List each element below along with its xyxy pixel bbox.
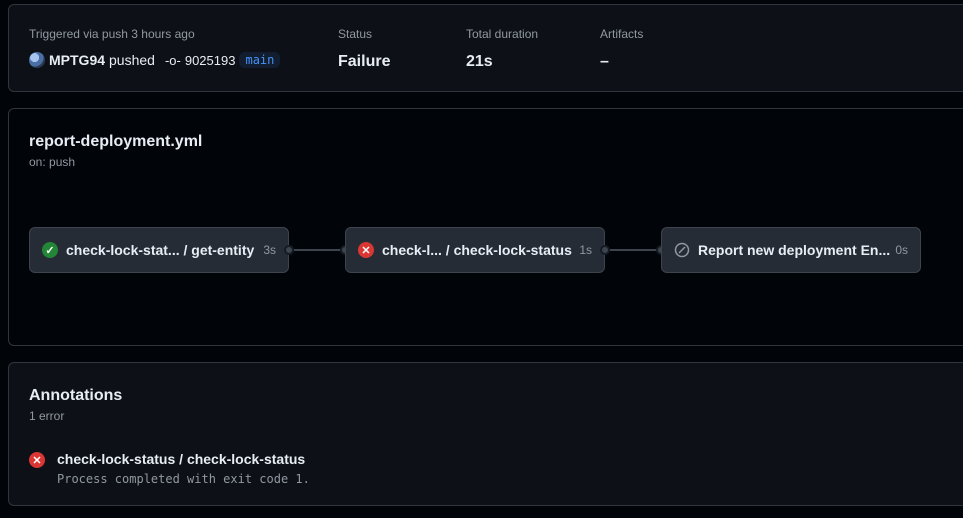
annotations-panel: Annotations 1 error ✕ check-lock-status … (8, 362, 963, 506)
job-name: Report new deployment En... (698, 242, 891, 258)
failure-x-icon: ✕ (358, 242, 374, 258)
artifacts-column: Artifacts – (600, 27, 643, 72)
trigger-text: Triggered via push 3 hours ago (29, 27, 195, 41)
connector-dot (284, 245, 294, 255)
avatar[interactable] (29, 52, 45, 68)
error-x-icon: ✕ (29, 452, 45, 468)
duration-label: Total duration (466, 27, 539, 41)
trigger-details: MPTG94 pushed -o- 9025193 main (29, 52, 281, 68)
annotation-message: Process completed with exit code 1. (57, 472, 310, 486)
job-card-check-lock-status[interactable]: ✕ check-l... / check-lock-status 1s (345, 227, 605, 273)
job-duration: 0s (895, 243, 908, 257)
action-text: pushed (109, 52, 155, 68)
status-value: Failure (338, 53, 391, 70)
duration-value: 21s (466, 53, 493, 70)
artifacts-label: Artifacts (600, 27, 644, 41)
job-card-get-entity[interactable]: ✓ check-lock-stat... / get-entity 3s (29, 227, 289, 273)
job-duration: 1s (579, 243, 592, 257)
status-label: Status (338, 27, 373, 41)
trigger-column: Triggered via push 3 hours ago (29, 27, 195, 41)
annotation-job-link[interactable]: check-lock-status / check-lock-status (57, 451, 310, 467)
job-connector-line (610, 249, 658, 251)
workflow-graph-panel: report-deployment.yml on: push ✓ check-l… (8, 108, 963, 346)
job-name: check-l... / check-lock-status (382, 242, 572, 258)
annotations-heading: Annotations (29, 387, 123, 404)
connector-dot (600, 245, 610, 255)
artifacts-value: – (600, 53, 609, 70)
annotations-count: 1 error (29, 409, 65, 423)
branch-label[interactable]: main (239, 52, 281, 68)
annotation-item: ✕ check-lock-status / check-lock-status … (29, 451, 310, 486)
workflow-file-title[interactable]: report-deployment.yml (29, 133, 202, 151)
success-check-icon: ✓ (42, 242, 58, 258)
run-summary-panel: Triggered via push 3 hours ago MPTG94 pu… (8, 4, 963, 92)
git-commit-icon: -o- (164, 52, 181, 68)
duration-column: Total duration 21s (466, 27, 538, 72)
job-duration: 3s (263, 243, 276, 257)
status-column: Status Failure (338, 27, 390, 72)
commit-sha-link[interactable]: 9025193 (185, 53, 236, 68)
skipped-icon (674, 242, 690, 258)
job-name: check-lock-stat... / get-entity (66, 242, 255, 258)
job-card-report-deployment[interactable]: Report new deployment En... 0s (661, 227, 921, 273)
workflow-trigger: on: push (29, 155, 76, 169)
user-link[interactable]: MPTG94 (49, 52, 105, 68)
job-connector-line (294, 249, 342, 251)
